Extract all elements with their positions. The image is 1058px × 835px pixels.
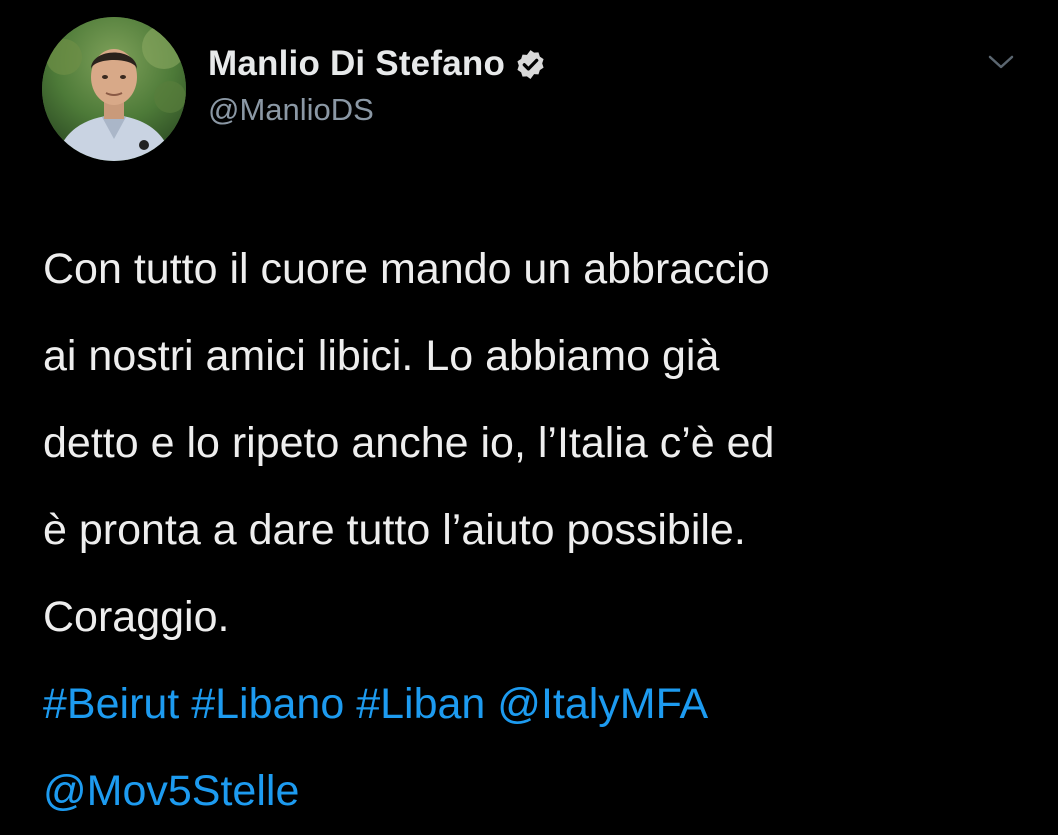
handle[interactable]: @ManlioDS (208, 92, 547, 128)
hashtag-link[interactable]: #Beirut (43, 680, 179, 728)
verified-badge-icon (514, 48, 547, 81)
tweet-text-line: è pronta a dare tutto l’aiuto possibile. (43, 506, 746, 554)
tweet-text-line: detto e lo ripeto anche io, l’Italia c’è… (43, 419, 775, 467)
tweet-text-line: Con tutto il cuore mando un abbraccio (43, 245, 770, 293)
hashtag-link[interactable]: #Liban (356, 680, 485, 728)
mention-link[interactable]: @ItalyMFA (497, 680, 708, 728)
display-name[interactable]: Manlio Di Stefano (208, 44, 505, 84)
tweet-links-line: #Beirut #Libano #Liban @ItalyMFA (43, 661, 1033, 748)
tweet-text-line: Coraggio. (43, 593, 230, 641)
name-row: Manlio Di Stefano (208, 42, 547, 86)
tweet-text: Con tutto il cuore mando un abbraccio ai… (43, 226, 1033, 835)
tweet: Manlio Di Stefano @ManlioDS Con tutto il… (0, 0, 1058, 816)
tweet-text-line: ai nostri amici libici. Lo abbiamo già (43, 332, 720, 380)
hashtag-link[interactable]: #Libano (191, 680, 344, 728)
avatar[interactable] (42, 17, 186, 161)
mention-link[interactable]: @Mov5Stelle (43, 767, 299, 815)
tweet-links-line: @Mov5Stelle (43, 748, 1033, 835)
author-block: Manlio Di Stefano @ManlioDS (208, 42, 547, 128)
chevron-down-icon[interactable] (984, 50, 1018, 74)
